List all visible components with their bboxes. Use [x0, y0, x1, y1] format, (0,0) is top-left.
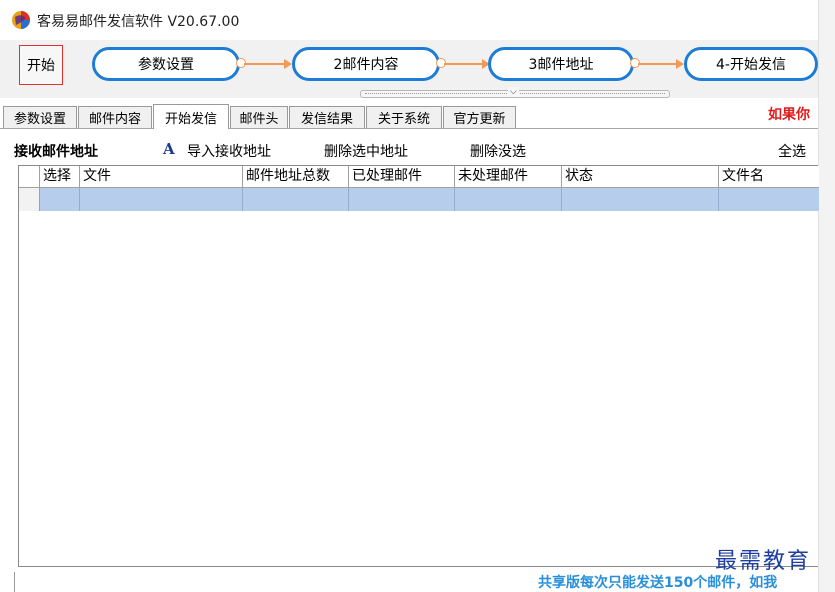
tab-about[interactable]: 关于系统 [366, 106, 442, 128]
status-notice: 共享版每次只能发送150个邮件，如我 [538, 575, 778, 591]
table-cell [562, 188, 719, 211]
step-content[interactable]: 2邮件内容 [292, 47, 440, 81]
column-header[interactable]: 状态 [562, 166, 719, 188]
status-divider [0, 572, 15, 592]
warning-note: 如果你 [768, 107, 810, 123]
connector-line [638, 63, 676, 65]
watermark-logo: 最需教育 [715, 549, 812, 574]
step-send[interactable]: 4-开始发信 [684, 47, 818, 81]
connector-line [444, 63, 482, 65]
delete-selected-button[interactable]: 删除选中地址 [324, 141, 408, 161]
table-cell [80, 188, 243, 211]
row-header-corner [19, 166, 40, 188]
arrow-right-icon [284, 59, 292, 69]
connector-line [244, 63, 284, 65]
section-label: 接收邮件地址 [14, 144, 98, 160]
step-settings[interactable]: 参数设置 [92, 47, 240, 81]
select-all-button[interactable]: 全选 [778, 141, 806, 161]
table-cell [243, 188, 349, 211]
table-cell [455, 188, 562, 211]
start-button[interactable]: 开始 [19, 45, 63, 85]
import-icon[interactable]: A [163, 140, 175, 158]
tab-start-send[interactable]: 开始发信 [153, 104, 229, 129]
import-addresses-button[interactable]: 导入接收地址 [187, 141, 271, 161]
table-row[interactable] [19, 188, 819, 211]
tab-settings[interactable]: 参数设置 [3, 106, 77, 128]
address-toolbar: 接收邮件地址 A 导入接收地址 删除选中地址 删除没选 全选 [0, 136, 818, 162]
step-addresses[interactable]: 3邮件地址 [488, 47, 634, 81]
tab-updates[interactable]: 官方更新 [443, 106, 516, 128]
column-header[interactable]: 文件名 [719, 166, 819, 188]
column-header[interactable]: 选择 [40, 166, 80, 188]
tab-bar: 参数设置 邮件内容 开始发信 邮件头 发信结果 关于系统 官方更新 [0, 104, 818, 129]
address-grid[interactable]: 选择 文件 邮件地址总数 已处理邮件 未处理邮件 状态 文件名 [18, 165, 819, 567]
arrow-right-icon [676, 59, 684, 69]
tab-results[interactable]: 发信结果 [289, 106, 365, 128]
workflow-bar: 开始 参数设置 2邮件内容 3邮件地址 4-开始发信 ⌵ [0, 40, 818, 98]
window-edge [818, 0, 835, 592]
tab-content[interactable]: 邮件内容 [78, 106, 152, 128]
column-header[interactable]: 邮件地址总数 [243, 166, 349, 188]
table-cell [719, 188, 819, 211]
collapse-splitter[interactable]: ⌵ [360, 87, 670, 98]
window-title: 客易易邮件发信软件 V20.67.00 [37, 14, 240, 30]
row-header[interactable] [19, 188, 40, 211]
chevron-down-icon: ⌵ [508, 87, 519, 97]
column-header[interactable]: 未处理邮件 [455, 166, 562, 188]
title-bar: 客易易邮件发信软件 V20.67.00 [0, 0, 835, 40]
column-header[interactable]: 已处理邮件 [349, 166, 455, 188]
delete-unselected-button[interactable]: 删除没选 [470, 141, 526, 161]
app-logo-icon [12, 11, 30, 29]
tab-headers[interactable]: 邮件头 [230, 106, 288, 128]
table-cell[interactable] [40, 188, 80, 211]
table-cell [349, 188, 455, 211]
column-header[interactable]: 文件 [80, 166, 243, 188]
